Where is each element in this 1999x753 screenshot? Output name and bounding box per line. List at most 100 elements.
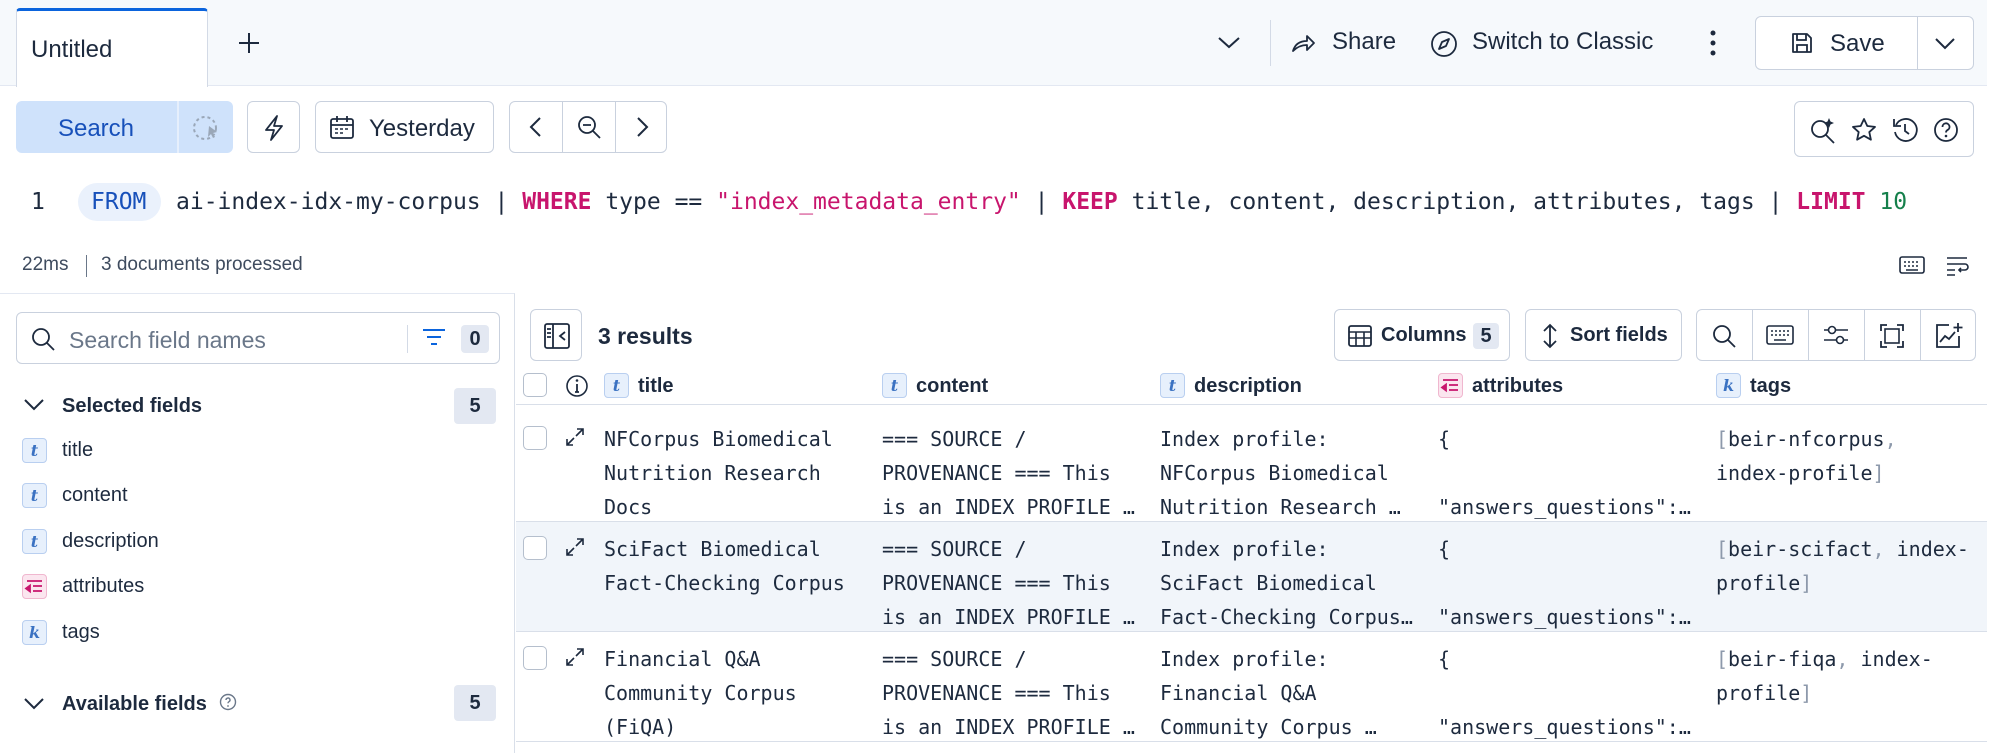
select-all-checkbox[interactable] [523,373,547,397]
cell-attributes: { "answers_questions":… [1438,647,1691,739]
display-settings-icon[interactable] [1822,324,1850,346]
history-icon[interactable] [1891,116,1919,144]
cell-tags: [beir-fiqa, index- profile] [1716,647,1933,705]
sort-fields-button[interactable]: Sort fields [1525,309,1682,361]
star-icon[interactable] [1850,116,1878,144]
sort-icon [1540,323,1560,349]
search-icon[interactable] [1710,322,1738,350]
help-icon[interactable] [1932,116,1960,144]
more-options-icon[interactable] [1705,28,1721,58]
toggle-sidebar-button[interactable] [530,309,582,361]
time-navigation [509,101,667,153]
expand-icon[interactable] [564,426,586,448]
refresh-interval-icon[interactable] [191,114,221,142]
tab-untitled[interactable]: Untitled [16,8,208,87]
columns-label: Columns [1381,324,1467,346]
filter-count-badge: 0 [461,325,489,353]
collapse-sidebar-icon [543,322,571,350]
results-count: 3 results [598,323,693,349]
table-row[interactable]: NFCorpus Biomedical Nutrition Research D… [516,412,1987,522]
share-icon [1290,30,1316,56]
keyword-type-icon: k [1716,373,1741,398]
row-checkbox[interactable] [523,536,547,560]
grid-header-row: t title t content t description attribut… [516,369,1987,405]
divider [407,325,408,353]
text-type-icon: t [604,373,629,398]
query-editor[interactable]: 1 FROM ai-index-idx-my-corpus | WHERE ty… [0,175,1987,235]
divider [1864,310,1865,360]
available-fields-header: Available fields [62,693,207,715]
grid-actions [1696,309,1976,361]
row-checkbox[interactable] [523,426,547,450]
table-icon [1347,323,1373,349]
quick-query-button[interactable] [247,101,300,153]
grid-toolbar: 3 results Columns 5 Sort fields [516,293,1987,369]
cell-description: Index profile: Financial Q&A Community C… [1160,647,1377,739]
columns-button[interactable]: Columns 5 [1334,309,1510,361]
switch-to-classic-button[interactable]: Switch to Classic [1430,26,1670,60]
line-number: 1 [31,189,45,215]
available-fields-toggle[interactable]: Available fields 5 [22,685,502,725]
chevron-down-icon [22,695,46,713]
selected-count-badge: 5 [454,388,496,424]
keyboard-icon[interactable] [1899,255,1925,275]
search-button-group: Search [16,101,233,153]
text-type-icon: t [22,438,47,463]
save-icon [1790,31,1814,55]
save-menu-button[interactable] [1918,17,1974,69]
lightning-icon [261,114,287,142]
text-type-icon: t [882,373,907,398]
cell-content: === SOURCE / PROVENANCE === This is an I… [882,647,1135,739]
chevron-down-icon [22,396,46,414]
tab-bar: Untitled Share Switch to Classic Save [0,0,1987,87]
previous-period-button[interactable] [510,102,562,152]
plus-icon[interactable] [236,30,262,56]
save-button[interactable]: Save [1756,17,1917,69]
wrap-text-icon[interactable] [1945,255,1969,277]
cell-content: === SOURCE / PROVENANCE === This is an I… [882,537,1135,629]
fullscreen-icon[interactable] [1878,322,1906,350]
share-button[interactable]: Share [1290,26,1414,60]
sort-label: Sort fields [1570,324,1668,346]
object-type-icon [1438,373,1463,398]
cell-content: === SOURCE / PROVENANCE === This is an I… [882,427,1135,519]
search-button[interactable]: Search [16,115,176,143]
keyboard-icon[interactable] [1766,324,1794,346]
ai-assistant-icon[interactable] [1809,116,1837,144]
chevron-down-icon [1933,33,1957,53]
documents-processed: 3 documents processed [101,254,303,275]
table-row[interactable]: SciFact Biomedical Fact-Checking Corpus … [516,522,1987,632]
field-search-input[interactable]: Search field names 0 [16,312,500,364]
chevron-down-icon[interactable] [1216,32,1242,52]
table-row[interactable]: Financial Q&A Community Corpus (FiQA) ==… [516,632,1987,742]
cell-description: Index profile: SciFact Biomedical Fact-C… [1160,537,1413,629]
date-picker-button[interactable]: Yesterday [315,101,494,153]
selected-fields-toggle[interactable]: Selected fields 5 [22,386,502,426]
info-icon[interactable] [565,374,589,398]
search-placeholder: Search field names [69,327,266,353]
next-period-button[interactable] [616,102,668,152]
cell-tags: [beir-scifact, index- profile] [1716,537,1969,595]
cell-title: NFCorpus Biomedical Nutrition Research D… [604,427,833,519]
zoom-out-icon [576,114,602,140]
calendar-icon [329,115,355,141]
query-time: 22ms [22,254,69,275]
date-label: Yesterday [369,115,475,142]
expand-icon[interactable] [564,646,586,668]
add-visualization-icon[interactable] [1934,322,1964,350]
results-grid: 3 results Columns 5 Sort fields t title … [516,293,1987,753]
cell-tags: [beir-nfcorpus, index-profile] [1716,427,1897,485]
field-list-panel: Search field names 0 Selected fields 5 t… [0,293,515,753]
cell-attributes: { "answers_questions":… [1438,537,1691,629]
query-text: ai-index-idx-my-corpus | WHERE type == "… [176,189,1908,215]
chevron-right-icon [632,115,652,139]
info-icon[interactable] [219,693,237,711]
switch-label: Switch to Classic [1472,28,1654,55]
text-type-icon: t [22,529,47,554]
row-checkbox[interactable] [523,646,547,670]
filter-icon[interactable] [421,327,447,349]
divider [1920,310,1921,360]
from-keyword-chip: FROM [78,183,161,221]
zoom-out-button[interactable] [563,102,615,152]
expand-icon[interactable] [564,536,586,558]
